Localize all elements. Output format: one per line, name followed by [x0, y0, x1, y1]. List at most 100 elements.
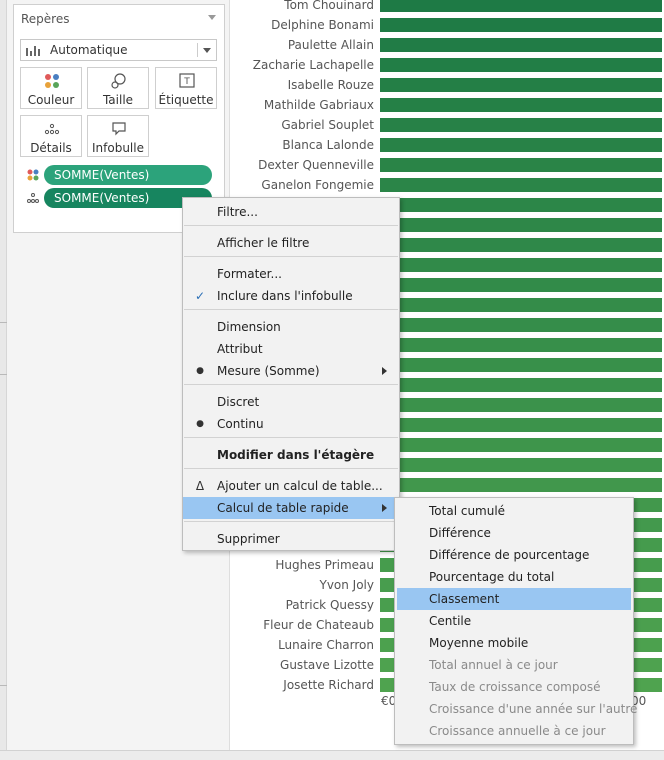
submenu-item-pourcentage-du-total[interactable]: Pourcentage du total: [397, 566, 631, 588]
size-icon: [111, 73, 126, 89]
menu-separator: [184, 384, 398, 385]
bar[interactable]: [380, 238, 662, 252]
submenu-item-centile[interactable]: Centile: [397, 610, 631, 632]
menu-item-label: Afficher le filtre: [217, 236, 310, 250]
radio-dot-icon: ●: [196, 419, 204, 429]
bar[interactable]: [380, 418, 662, 432]
color-dots-icon: [45, 74, 59, 88]
dropdown-separator: [197, 43, 198, 57]
menu-item-label: Formater...: [217, 267, 282, 281]
bar[interactable]: [380, 258, 662, 272]
menu-item-label: Calcul de table rapide: [217, 501, 349, 515]
submenu-item-moyenne-mobile[interactable]: Moyenne mobile: [397, 632, 631, 654]
size-button[interactable]: Taille: [87, 67, 149, 109]
menu-item-filtre[interactable]: Filtre...: [183, 201, 399, 223]
menu-item-label: Modifier dans l'étagère: [217, 448, 375, 462]
row-label: Blanca Lalonde: [282, 138, 374, 152]
menu-item-supprimer[interactable]: Supprimer: [183, 528, 399, 550]
row-label: Zacharie Lachapelle: [252, 58, 374, 72]
menu-item-ajouter-un-calcul-de-table[interactable]: Δ Ajouter un calcul de table...: [183, 475, 399, 497]
bar[interactable]: [380, 78, 662, 92]
label-button-label: Étiquette: [158, 93, 214, 107]
bar[interactable]: [380, 318, 662, 332]
menu-item-label: Dimension: [217, 320, 281, 334]
bar[interactable]: [380, 278, 662, 292]
menu-item-mesure-somme[interactable]: ● Mesure (Somme): [183, 360, 399, 382]
tooltip-button[interactable]: Infobulle: [87, 115, 149, 157]
quick-table-calc-submenu: Total cumulé Différence Différence de pour…: [394, 497, 637, 745]
row-label: Isabelle Rouze: [287, 78, 374, 92]
menu-item-formater[interactable]: Formater...: [183, 263, 399, 285]
chevron-right-icon: [382, 504, 387, 512]
marks-card-title: Repères: [21, 12, 70, 26]
submenu-item-difference[interactable]: Différence: [397, 522, 631, 544]
menu-separator: [184, 437, 398, 438]
bar[interactable]: [380, 198, 662, 212]
label-button[interactable]: T Étiquette: [155, 67, 217, 109]
submenu-item-croissance-annuelle-a-ce-jour: Croissance annuelle à ce jour: [429, 724, 606, 738]
mark-type-dropdown[interactable]: Automatique: [20, 39, 217, 61]
bar[interactable]: [380, 58, 662, 72]
menu-item-attribut[interactable]: Attribut: [183, 338, 399, 360]
menu-item-calcul-de-table-rapide[interactable]: Calcul de table rapide: [183, 497, 399, 519]
row-label: Gustave Lizotte: [280, 658, 374, 672]
tooltip-button-label: Infobulle: [92, 141, 144, 155]
status-bar: [0, 750, 664, 760]
bar[interactable]: [380, 38, 662, 52]
submenu-item-taux-de-croissance-compose: Taux de croissance composé: [429, 680, 601, 694]
color-field-pill[interactable]: SOMME(Ventes): [44, 165, 212, 185]
bar[interactable]: [380, 218, 662, 232]
chevron-down-icon[interactable]: [208, 15, 216, 20]
bar[interactable]: [380, 138, 662, 152]
menu-item-modifier-dans-l-etagere[interactable]: Modifier dans l'étagère: [183, 444, 399, 466]
panel-edge-tick: [0, 322, 7, 323]
color-dots-icon: [27, 169, 39, 181]
row-label: Mathilde Gabriaux: [263, 98, 374, 112]
panel-edge-tick: [0, 685, 7, 686]
bar[interactable]: [380, 0, 662, 12]
detail-icon: [44, 123, 60, 135]
bar[interactable]: [380, 18, 662, 32]
label-icon: T: [179, 73, 195, 88]
bar[interactable]: [380, 438, 662, 452]
bar[interactable]: [380, 338, 662, 352]
submenu-item-classement[interactable]: Classement: [397, 588, 631, 610]
row-label: Ganelon Fongemie: [261, 178, 374, 192]
bar-chart-icon: [26, 46, 40, 56]
color-button[interactable]: Couleur: [20, 67, 82, 109]
menu-item-label: Mesure (Somme): [217, 364, 320, 378]
menu-separator: [184, 309, 398, 310]
submenu-item-difference-de-pourcentage[interactable]: Différence de pourcentage: [397, 544, 631, 566]
menu-item-label: Inclure dans l'infobulle: [217, 289, 353, 303]
bar[interactable]: [380, 458, 662, 472]
detail-icon: [27, 193, 39, 203]
bar[interactable]: [380, 358, 662, 372]
row-label: Paulette Allain: [287, 38, 374, 52]
menu-item-label: Attribut: [217, 342, 263, 356]
menu-item-afficher-le-filtre[interactable]: Afficher le filtre: [183, 232, 399, 254]
menu-separator: [184, 256, 398, 257]
row-label: Josette Richard: [283, 678, 374, 692]
menu-item-inclure-dans-l-infobulle[interactable]: ✓ Inclure dans l'infobulle: [183, 285, 399, 307]
chevron-right-icon: [382, 367, 387, 375]
menu-item-continu[interactable]: ● Continu: [183, 413, 399, 435]
row-label: Patrick Quessy: [285, 598, 374, 612]
chevron-down-icon: [203, 48, 211, 53]
bar[interactable]: [380, 178, 662, 192]
menu-separator: [184, 468, 398, 469]
bar[interactable]: [380, 118, 662, 132]
menu-item-label: Ajouter un calcul de table...: [217, 479, 383, 493]
bar[interactable]: [380, 298, 662, 312]
bar[interactable]: [380, 158, 662, 172]
bar[interactable]: [380, 398, 662, 412]
size-button-label: Taille: [102, 93, 134, 107]
bar[interactable]: [380, 478, 662, 492]
menu-item-discret[interactable]: Discret: [183, 391, 399, 413]
menu-separator: [184, 521, 398, 522]
bar[interactable]: [380, 378, 662, 392]
menu-item-dimension[interactable]: Dimension: [183, 316, 399, 338]
submenu-item-total-cumule[interactable]: Total cumulé: [397, 500, 631, 522]
detail-button[interactable]: Détails: [20, 115, 82, 157]
svg-text:T: T: [183, 77, 190, 87]
bar[interactable]: [380, 98, 662, 112]
